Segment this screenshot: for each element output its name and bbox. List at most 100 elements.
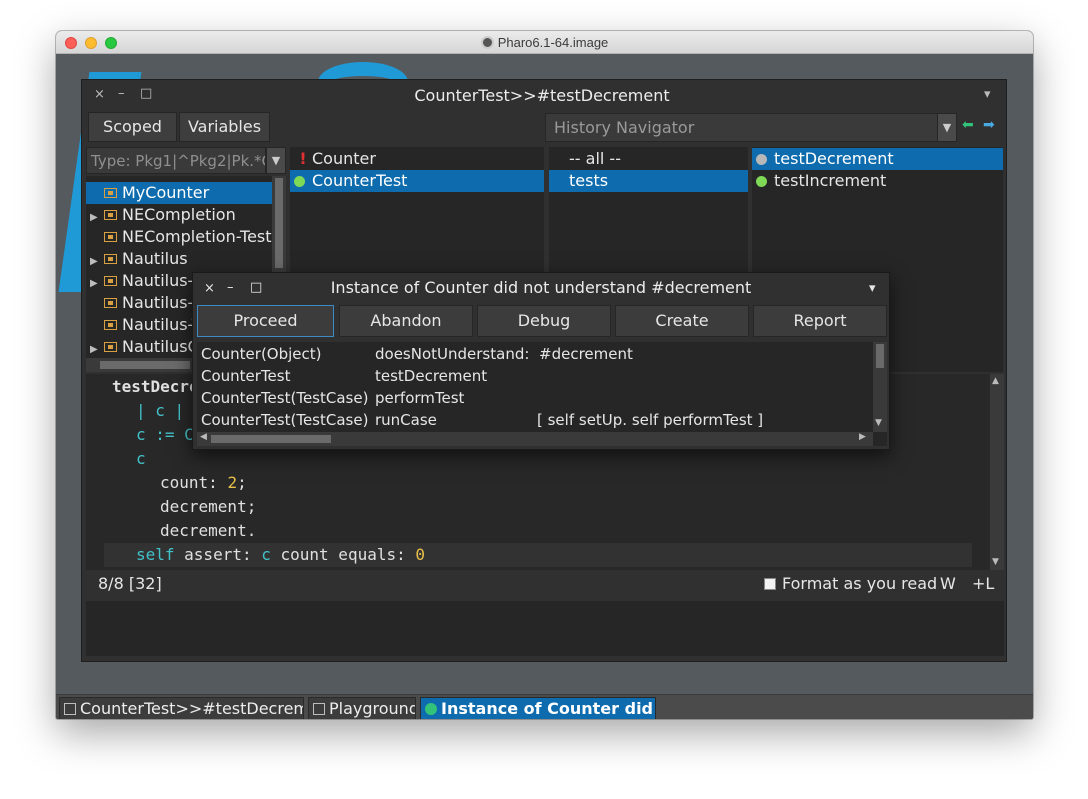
- package-item[interactable]: ▶ NECompletion: [86, 204, 272, 226]
- code-line-receiver: c: [136, 449, 146, 468]
- package-filter-dropdown-icon[interactable]: ▼: [266, 147, 286, 174]
- cursor-position: 8/8 [32]: [98, 574, 162, 593]
- taskbar-item-browser[interactable]: CounterTest>>#testDecrement: [59, 697, 304, 719]
- method-item[interactable]: testDecrement: [752, 148, 1003, 170]
- abandon-button[interactable]: Abandon: [339, 305, 473, 337]
- debugger-title: Instance of Counter did not understand #…: [330, 278, 752, 297]
- debug-button[interactable]: Debug: [477, 305, 611, 337]
- history-dropdown-icon[interactable]: ▼: [937, 113, 957, 142]
- code-self: self: [136, 545, 175, 564]
- package-label: Nautilus: [122, 249, 188, 268]
- test-pass-dot-icon: [756, 176, 767, 187]
- package-folder-icon: [104, 298, 117, 308]
- code-scroll-up-icon[interactable]: ▲: [992, 376, 999, 386]
- line-numbers-toggle[interactable]: +L: [972, 574, 994, 593]
- class-item[interactable]: ! Counter: [290, 148, 544, 170]
- playground-window-icon: [313, 703, 325, 715]
- debugger-bug-icon: [425, 703, 437, 715]
- mac-titlebar: Pharo6.1-64.image: [56, 31, 1033, 54]
- debugger-menu-chevron-down-icon[interactable]: ▾: [869, 281, 876, 296]
- code-scroll-down-icon[interactable]: ▼: [992, 557, 999, 567]
- code-count-kw: count:: [160, 473, 218, 492]
- stack-scroll-left-icon[interactable]: ◀: [200, 432, 207, 442]
- format-as-you-read-checkbox[interactable]: [764, 578, 776, 590]
- stack-frame[interactable]: CounterTest(TestCase) performTest: [201, 387, 871, 409]
- package-folder-icon: [104, 188, 117, 198]
- method-label: testIncrement: [774, 171, 887, 190]
- package-item[interactable]: ▶ Nautilus: [86, 248, 272, 270]
- package-filter-placeholder: Type: Pkg1|^Pkg2|Pk.*Core: [91, 152, 265, 170]
- code-line-count: count: 2;: [112, 471, 992, 495]
- stack-frame-class: CounterTest(TestCase): [201, 411, 369, 429]
- class-list: ! Counter CounterTest: [290, 148, 544, 192]
- scoped-button[interactable]: Scoped: [88, 112, 177, 142]
- package-item[interactable]: NECompletion-Tests: [86, 226, 280, 248]
- stack-h-scrollbar-thumb[interactable]: [211, 435, 331, 443]
- code-count-value: 2: [227, 473, 238, 492]
- package-scrollbar-thumb[interactable]: [275, 178, 283, 268]
- package-label: NECompletion: [122, 205, 236, 224]
- stack-frame[interactable]: CounterTest(TestCase) runCase [ self setUp…: [201, 409, 871, 431]
- method-label: testDecrement: [774, 149, 894, 168]
- test-untested-dot-icon: [756, 154, 767, 165]
- code-scrollbar[interactable]: ▲ ▼: [990, 374, 1004, 570]
- wrap-toggle[interactable]: W: [940, 574, 956, 593]
- taskbar-item-debugger[interactable]: Instance of Counter did not...: [420, 697, 656, 719]
- browser-menu-chevron-down-icon[interactable]: ▾: [984, 87, 991, 102]
- taskbar-item-playground[interactable]: Playground: [308, 697, 416, 719]
- stack-frame-class: Counter(Object): [201, 345, 322, 363]
- package-folder-icon: [104, 254, 117, 264]
- class-item[interactable]: CounterTest: [290, 170, 544, 192]
- stack-v-scrollbar[interactable]: ▼: [873, 342, 887, 432]
- package-filter-field[interactable]: Type: Pkg1|^Pkg2|Pk.*Core: [86, 147, 266, 174]
- code-temps: | c |: [136, 401, 185, 420]
- package-h-scrollbar-thumb[interactable]: [100, 361, 190, 369]
- status-bar: 8/8 [32] Format as you read W +L: [86, 572, 1004, 596]
- report-button[interactable]: Report: [753, 305, 887, 337]
- variables-button[interactable]: Variables: [179, 112, 270, 142]
- mac-window-title: Pharo6.1-64.image: [56, 31, 1033, 54]
- protocol-list: -- all -- tests: [549, 148, 748, 192]
- create-button[interactable]: Create: [615, 305, 749, 337]
- history-navigator-field[interactable]: History Navigator: [545, 113, 938, 142]
- test-pass-dot-icon: [294, 176, 305, 187]
- stack-scroll-right-icon[interactable]: ▶: [859, 432, 866, 442]
- code-c-var: c: [261, 545, 271, 564]
- package-folder-icon: [104, 232, 117, 242]
- mac-window: Pharo6.1-64.image × – □ CounterTest>>#te…: [56, 31, 1033, 719]
- stack-frame-detail: [ self setUp. self performTest ]: [537, 411, 764, 429]
- package-label: NECompletion-Tests: [122, 227, 280, 246]
- stack-v-scrollbar-thumb[interactable]: [876, 344, 884, 368]
- stack-frame[interactable]: CounterTest testDecrement: [201, 365, 871, 387]
- code-line-assert: self assert: c count equals: 0: [104, 543, 972, 567]
- stack-frame-detail: #decrement: [539, 345, 633, 363]
- proceed-button[interactable]: Proceed: [197, 305, 334, 337]
- code-assert: assert:: [174, 545, 262, 564]
- format-as-you-read-label: Format as you read: [782, 574, 938, 593]
- code-line-decrement-2: decrement.: [160, 521, 257, 540]
- code-zero: 0: [415, 545, 426, 564]
- stack-h-scrollbar[interactable]: ◀ ▶: [197, 432, 873, 446]
- method-item[interactable]: testIncrement: [752, 170, 1003, 192]
- pharo-icon: [480, 36, 494, 49]
- protocol-item[interactable]: tests: [549, 170, 748, 192]
- method-list: testDecrement testIncrement: [752, 148, 1003, 192]
- protocol-item[interactable]: -- all --: [549, 148, 748, 170]
- package-folder-icon: [104, 320, 117, 330]
- browser-window-icon: [64, 703, 76, 715]
- stack-scroll-down-icon[interactable]: ▼: [875, 418, 882, 428]
- error-mark-icon: !: [299, 149, 307, 168]
- class-label: CounterTest: [312, 171, 408, 190]
- history-back-arrow-icon[interactable]: ⬅: [962, 118, 976, 132]
- history-navigator-placeholder: History Navigator: [554, 118, 695, 137]
- package-label: MyCounter: [122, 183, 210, 202]
- taskbar: CounterTest>>#testDecrement Playground I…: [56, 694, 1033, 719]
- code-count-end: ;: [237, 473, 247, 492]
- stack-pane: Counter(Object) doesNotUnderstand: #decrem…: [197, 342, 887, 446]
- stack-frame-selector: doesNotUnderstand:: [375, 345, 530, 363]
- package-item[interactable]: MyCounter: [86, 182, 272, 204]
- stack-frame-class: CounterTest: [201, 367, 291, 385]
- stack-list: Counter(Object) doesNotUnderstand: #decrem…: [201, 343, 871, 431]
- stack-frame[interactable]: Counter(Object) doesNotUnderstand: #decrem…: [201, 343, 871, 365]
- history-forward-arrow-icon[interactable]: ➡: [983, 118, 997, 132]
